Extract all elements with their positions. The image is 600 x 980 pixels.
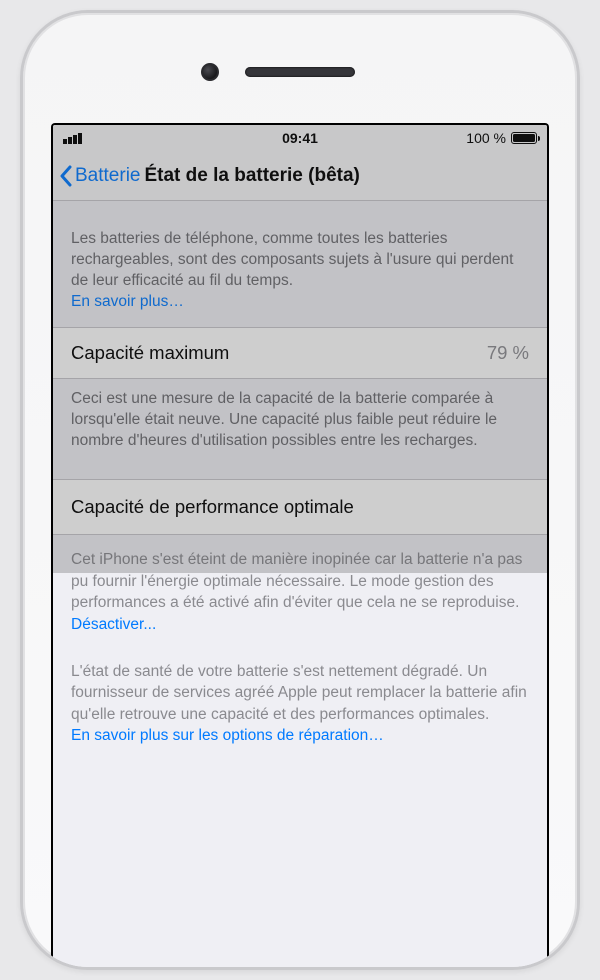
max-capacity-value: 79 % xyxy=(487,342,529,364)
page-title: État de la batterie (bêta) xyxy=(144,165,359,187)
phone-top-bezel xyxy=(23,13,577,109)
settings-content[interactable]: Les batteries de téléphone, comme toutes… xyxy=(53,201,547,967)
status-bar: 09:41 100 % xyxy=(53,125,547,151)
battery-icon xyxy=(511,132,537,144)
volume-up-button xyxy=(20,238,23,298)
disable-performance-management-link[interactable]: Désactiver... xyxy=(71,616,156,633)
max-capacity-footer: Ceci est une mesure de la capacité de la… xyxy=(53,379,547,480)
earpiece-speaker xyxy=(245,67,355,77)
volume-down-button xyxy=(20,313,23,373)
screen: 09:41 100 % Batterie État de la batterie… xyxy=(51,123,549,967)
max-capacity-label: Capacité maximum xyxy=(71,342,229,364)
iphone-device-frame: 09:41 100 % Batterie État de la batterie… xyxy=(20,10,580,970)
performance-management-description: Cet iPhone s'est éteint de manière inopi… xyxy=(53,535,547,655)
repair-options-link[interactable]: En savoir plus sur les options de répara… xyxy=(71,727,384,744)
degraded-text: L'état de santé de votre batterie s'est … xyxy=(71,663,527,723)
shutdown-text: Cet iPhone s'est éteint de manière inopi… xyxy=(71,551,522,611)
cellular-signal-icon xyxy=(63,133,82,144)
peak-performance-label: Capacité de performance optimale xyxy=(71,496,529,518)
battery-degraded-description: L'état de santé de votre batterie s'est … xyxy=(53,655,547,767)
mute-switch xyxy=(20,173,23,209)
back-button-label: Batterie xyxy=(75,165,140,187)
max-capacity-cell: Capacité maximum 79 % xyxy=(53,327,547,379)
status-time: 09:41 xyxy=(282,130,318,146)
front-camera xyxy=(201,63,219,81)
back-button[interactable]: Batterie xyxy=(59,165,140,187)
intro-description: Les batteries de téléphone, comme toutes… xyxy=(53,201,547,327)
navigation-bar: Batterie État de la batterie (bêta) xyxy=(53,151,547,201)
learn-more-link[interactable]: En savoir plus… xyxy=(71,293,184,310)
battery-percent-label: 100 % xyxy=(466,130,506,146)
power-button xyxy=(577,223,580,303)
peak-performance-cell: Capacité de performance optimale xyxy=(53,479,547,535)
chevron-left-icon xyxy=(59,165,73,187)
intro-text: Les batteries de téléphone, comme toutes… xyxy=(71,230,513,289)
